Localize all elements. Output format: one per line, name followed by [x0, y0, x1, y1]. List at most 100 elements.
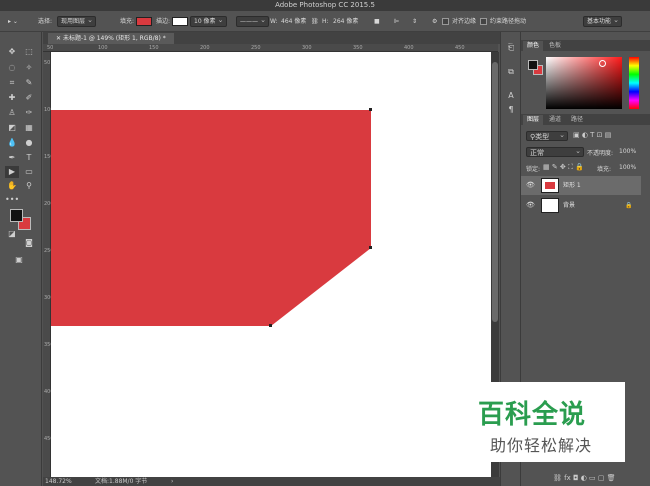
clone-stamp-icon[interactable]: ♙: [5, 107, 19, 119]
watermark-logo: 百科全说 助你轻松解决: [448, 382, 625, 462]
h-value[interactable]: 264 像素: [333, 16, 358, 27]
scrollbar-thumb[interactable]: [492, 62, 498, 322]
canvas[interactable]: [51, 52, 491, 477]
path-selection-icon[interactable]: ▶: [5, 166, 19, 178]
document-info: 文档:1.88M/0 字节: [95, 478, 148, 485]
rectangle-tool-icon[interactable]: ▭: [22, 166, 36, 178]
brush-tool-icon[interactable]: ✐: [22, 92, 36, 104]
ruler-tick-label: 50: [47, 45, 54, 51]
anchor-point[interactable]: [269, 324, 272, 327]
healing-brush-icon[interactable]: ✚: [5, 92, 19, 104]
magic-wand-icon[interactable]: ✧: [22, 62, 36, 74]
path-arrange-icon[interactable]: ⇕: [412, 16, 417, 27]
ruler-tick-label: 400: [404, 45, 414, 51]
layer-filter-dropdown[interactable]: ⚲类型: [526, 130, 568, 141]
filter-icons[interactable]: ▣ ◐ T ⊡ ▤: [573, 131, 611, 139]
path-ops-icon[interactable]: ■: [374, 16, 380, 27]
pen-tool-icon[interactable]: ✒: [5, 152, 19, 164]
opacity-label: 不透明度:: [587, 150, 614, 157]
color-picker-field[interactable]: [546, 57, 622, 109]
move-tool-icon[interactable]: ✥: [5, 46, 19, 58]
link-icon[interactable]: ⛓: [311, 16, 319, 27]
dodge-tool-icon[interactable]: ●: [22, 137, 36, 149]
path-align-icon[interactable]: ⊫: [394, 16, 399, 27]
layer-actions[interactable]: ⛓ fx ◘ ◐ ▭ ▢ 🗑: [553, 474, 616, 482]
tab-layers[interactable]: 图层: [523, 115, 544, 125]
select-dropdown[interactable]: 现用图层: [57, 15, 97, 27]
hue-slider[interactable]: [629, 57, 639, 109]
options-bar: ▸ ⌄ 选择: 现用图层 填充: 描边: 10 像素 ——— W: 464 像素…: [0, 11, 650, 32]
constrain-path-checkbox[interactable]: 约束路径拖动: [480, 16, 526, 27]
align-edges-checkbox[interactable]: 对齐边缘: [442, 16, 476, 27]
type-tool-icon[interactable]: T: [22, 152, 36, 164]
status-bar: 148.72% 文档:1.88M/0 字节 ›: [43, 477, 521, 486]
history-brush-icon[interactable]: ✑: [22, 107, 36, 119]
fill-swatch[interactable]: [136, 17, 152, 26]
document-tab[interactable]: ✕ 未标题-1 @ 149% (矩形 1, RGB/8) *: [48, 33, 174, 44]
zoom-tool-icon[interactable]: ⚲: [22, 180, 36, 192]
ruler-tick-label: 200: [200, 45, 210, 51]
watermark-title: 百科全说: [478, 400, 587, 430]
layer-filter-kind: 类型: [535, 133, 550, 141]
stroke-type-dropdown[interactable]: ———: [236, 15, 269, 27]
properties-panel-icon[interactable]: ⧉: [504, 66, 518, 78]
eye-icon[interactable]: 👁: [526, 196, 535, 215]
watermark-subtitle: 助你轻松解决: [490, 436, 593, 455]
w-value[interactable]: 464 像素: [281, 16, 306, 27]
red-rectangle-shape[interactable]: [51, 110, 371, 326]
eraser-icon[interactable]: ◩: [5, 122, 19, 134]
stroke-width-dropdown[interactable]: 10 像素: [190, 15, 227, 27]
blend-mode-dropdown[interactable]: 正常: [526, 146, 584, 157]
stroke-swatch[interactable]: [172, 17, 188, 26]
layer-name: 矩形 1: [563, 182, 581, 189]
document-tab-strip: ✕ 未标题-1 @ 149% (矩形 1, RGB/8) *: [43, 32, 520, 44]
fill-value[interactable]: 100%: [619, 164, 636, 171]
gradient-tool-icon[interactable]: ▦: [22, 122, 36, 134]
settings-gear-icon[interactable]: ⚙: [432, 16, 437, 27]
lock-icons[interactable]: ▦ ✎ ✥ ⛶ 🔒: [543, 163, 584, 172]
lasso-tool-icon[interactable]: ◌: [5, 62, 19, 74]
fill-label: 填充:: [597, 166, 612, 173]
history-panel-icon[interactable]: ⎗: [504, 42, 518, 54]
tab-color[interactable]: 颜色: [523, 41, 544, 51]
screen-mode-icon[interactable]: ▣: [12, 254, 26, 266]
status-menu-arrow-icon[interactable]: ›: [171, 477, 173, 486]
move-tool-preset[interactable]: ▸ ⌄: [8, 16, 18, 27]
layer-row-shape[interactable]: 👁 矩形 1: [521, 176, 641, 195]
zoom-level[interactable]: 148.72%: [45, 477, 72, 486]
crop-tool-icon[interactable]: ⌗: [5, 77, 19, 89]
eyedropper-icon[interactable]: ✎: [22, 77, 36, 89]
align-edges-label: 对齐边缘: [452, 18, 477, 25]
lock-icon: 🔒: [625, 202, 633, 209]
anchor-point[interactable]: [369, 246, 372, 249]
eye-icon[interactable]: 👁: [526, 176, 535, 195]
horizontal-ruler: 50100150200250300350400450500: [43, 44, 516, 52]
tab-swatches[interactable]: 色板: [545, 41, 565, 51]
ruler-tick-label: 50: [44, 60, 51, 66]
canvas-svg: [51, 108, 372, 327]
opacity-value[interactable]: 100%: [619, 148, 636, 155]
ruler-tick-label: 300: [302, 45, 312, 51]
hand-tool-icon[interactable]: ✋: [5, 180, 19, 192]
blur-tool-icon[interactable]: 💧: [5, 137, 19, 149]
character-panel-icon[interactable]: A: [504, 90, 518, 102]
more-tools-icon[interactable]: •••: [5, 194, 19, 206]
tab-channels[interactable]: 通道: [545, 115, 565, 125]
lock-label: 锁定:: [526, 166, 541, 173]
default-colors-icon[interactable]: ◪: [5, 228, 19, 240]
quick-mask-icon[interactable]: ◙: [22, 237, 36, 249]
marquee-tool-icon[interactable]: ⬚: [22, 46, 36, 58]
select-label: 选择:: [38, 18, 53, 25]
foreground-color-swatch[interactable]: [10, 209, 23, 222]
layer-thumbnail: [541, 178, 559, 193]
color-panel-tabs: 颜色 色板: [521, 40, 650, 51]
color-panel-fg-swatch[interactable]: [528, 60, 538, 70]
close-tab-icon[interactable]: ✕: [56, 35, 63, 42]
tab-paths[interactable]: 路径: [567, 115, 587, 125]
color-picker-cursor[interactable]: [599, 60, 606, 67]
paragraph-panel-icon[interactable]: ¶: [504, 104, 518, 116]
workspace-dropdown[interactable]: 基本功能: [583, 15, 623, 27]
fill-label: 填充:: [120, 18, 135, 25]
layer-row-background[interactable]: 👁 背景 🔒: [521, 196, 641, 215]
anchor-point[interactable]: [369, 108, 372, 111]
